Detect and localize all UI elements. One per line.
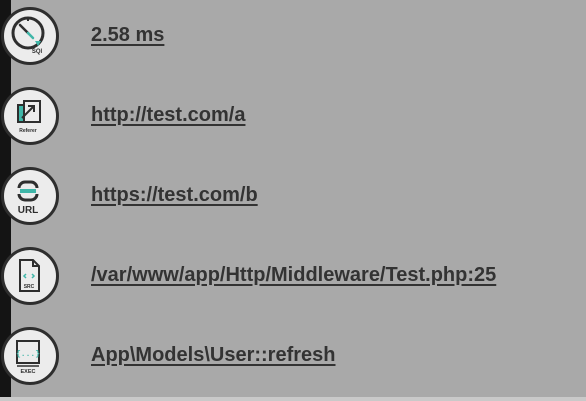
item-link[interactable]: https://test.com/b — [91, 184, 258, 207]
svg-text:URL: URL — [18, 205, 39, 216]
frame-list-panel: SQl 2.58 ms Referer http://test.com/a UR… — [0, 0, 586, 401]
list-item: SQl 2.58 ms — [0, 0, 586, 80]
item-link[interactable]: /var/www/app/Http/Middleware/Test.php:25 — [91, 264, 496, 287]
list-item: URL https://test.com/b — [0, 160, 586, 240]
item-link[interactable]: App\Models\User::refresh — [91, 344, 336, 367]
svg-text:EXEC: EXEC — [21, 369, 36, 375]
source-file-icon: SRC — [1, 247, 59, 305]
svg-text:SQl: SQl — [32, 49, 43, 55]
list-item: Referer http://test.com/a — [0, 80, 586, 160]
sql-timer-icon: SQl — [1, 7, 59, 65]
list-item: {...} EXEC App\Models\User::refresh — [0, 320, 586, 400]
referer-icon: Referer — [1, 87, 59, 145]
item-link[interactable]: http://test.com/a — [91, 104, 245, 127]
svg-text:{...}: {...} — [16, 350, 40, 359]
bottom-divider — [0, 397, 586, 401]
svg-text:SRC: SRC — [24, 284, 35, 290]
svg-text:Referer: Referer — [19, 128, 37, 134]
list-item: SRC /var/www/app/Http/Middleware/Test.ph… — [0, 240, 586, 320]
url-link-icon: URL — [1, 167, 59, 225]
item-link[interactable]: 2.58 ms — [91, 24, 164, 47]
exec-icon: {...} EXEC — [1, 327, 59, 385]
